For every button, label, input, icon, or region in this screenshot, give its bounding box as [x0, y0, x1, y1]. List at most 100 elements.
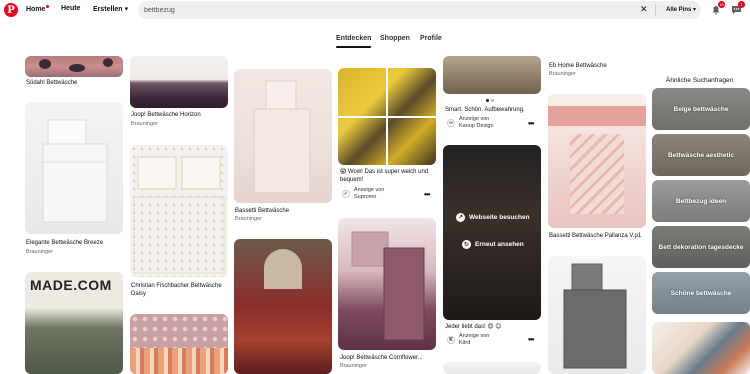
- pin-title: Elegante Bettwäsche Breeze: [26, 240, 104, 246]
- nav-home[interactable]: Home: [26, 5, 50, 13]
- messages-badge: 1: [738, 1, 745, 8]
- search-input[interactable]: [144, 3, 624, 17]
- new-dot-icon: [46, 5, 50, 8]
- bed-illustration: [351, 231, 425, 341]
- pattern-blot: [39, 59, 51, 69]
- visit-website-label: Webseite besuchen: [469, 214, 530, 221]
- ad-label: Anzeige von: [459, 116, 490, 122]
- more-icon[interactable]: •••: [424, 190, 430, 199]
- search-bar[interactable]: ✕ Alle Pins ▾: [138, 1, 701, 19]
- chevron-down-icon: ▾: [124, 6, 129, 13]
- notifications-badge: 10: [718, 1, 725, 8]
- ad-attribution[interactable]: K Anzeige von Kitrd: [447, 333, 489, 347]
- pattern-band: [548, 106, 646, 126]
- carousel-dot: [491, 99, 494, 102]
- pin-image-daisy[interactable]: [130, 145, 228, 277]
- pattern-blot: [103, 58, 113, 67]
- pin-image-sodahl[interactable]: [25, 56, 123, 77]
- nav-home-label: Home: [26, 6, 46, 13]
- pinterest-logo[interactable]: P: [4, 3, 18, 17]
- ad-text: Anzeige von Supromo: [354, 187, 384, 201]
- pin-image-madecom[interactable]: MADE.COM: [25, 272, 123, 374]
- chevron-down-icon: ▾: [693, 7, 697, 13]
- pin-subtitle: Brauninger: [235, 216, 262, 222]
- grid-line: [338, 116, 436, 118]
- ad-brand: Supromo: [354, 194, 377, 200]
- pin-subtitle: Brauninger: [26, 249, 53, 255]
- suggestion-label: Beige bettwäsche: [673, 105, 729, 113]
- ad-label: Anzeige von: [459, 333, 490, 339]
- advertiser-avatar: ∞: [447, 119, 455, 127]
- tab-profiles[interactable]: Profile: [420, 35, 442, 42]
- ad-attribution[interactable]: ✔ Anzeige von Supromo: [342, 187, 384, 201]
- clear-search-icon[interactable]: ✕: [640, 4, 648, 15]
- bed-illustration: [133, 156, 225, 274]
- pin-title: Bassetti Bettwäsche: [235, 208, 290, 214]
- pin-image-pallanza[interactable]: [548, 94, 646, 228]
- pin-title: Eb Home Bettwäsche: [549, 63, 607, 69]
- ad-brand: Kitrd: [459, 340, 471, 346]
- nav-create-label: Erstellen: [93, 6, 123, 13]
- pin-image-storage[interactable]: [443, 56, 541, 94]
- bed-illustration: [563, 263, 627, 369]
- pin-title: Christian Fischbacher Bettwäsche: [131, 283, 222, 289]
- replay-button[interactable]: ↻ Erneut ansehen: [462, 240, 524, 249]
- suggestion-label: Bett dekoration tagesdecke: [658, 243, 744, 251]
- pin-image-partial[interactable]: [443, 362, 541, 374]
- brand-label: MADE.COM: [30, 277, 112, 293]
- ad-label: Anzeige von: [354, 187, 385, 193]
- pin-image-cornflower[interactable]: [338, 218, 436, 350]
- suggestion-decoration[interactable]: Bett dekoration tagesdecke: [652, 226, 750, 268]
- pin-filter-label: Alle Pins: [666, 7, 692, 13]
- bed-illustration: [253, 80, 311, 194]
- arrow-up-right-icon: ↗: [456, 213, 465, 222]
- pin-filter-dropdown[interactable]: Alle Pins ▾: [666, 6, 696, 13]
- bed-illustration: [42, 119, 108, 223]
- pin-video-ad[interactable]: ↗ Webseite besuchen ↻ Erneut ansehen: [443, 145, 541, 320]
- pin-image-patterned-bedroom[interactable]: [234, 239, 332, 374]
- pin-image-grey-bed[interactable]: [548, 256, 646, 374]
- ad-text: Anzeige von Kitrd: [459, 333, 489, 347]
- pin-title: Bassetti Bettwäsche Pallanza V.p1: [549, 233, 642, 239]
- pin-image-geometric[interactable]: [652, 322, 750, 374]
- suggestion-aesthetic[interactable]: Bettwäsche aesthetic: [652, 134, 750, 176]
- suggestion-label: Bettwäsche aesthetic: [667, 151, 735, 159]
- replay-label: Erneut ansehen: [475, 241, 524, 248]
- carousel-dot: [486, 99, 489, 102]
- pattern-band: [570, 134, 624, 214]
- pin-title: Joop! Bettwäsche Cornflower...: [340, 355, 423, 361]
- striped-sheet: [130, 348, 228, 374]
- pin-title: Joop! Bettwäsche Horizon: [131, 112, 201, 118]
- tab-explore[interactable]: Entdecken: [336, 35, 372, 48]
- pin-subtitle: Brauninger: [131, 121, 158, 127]
- arched-window: [264, 249, 302, 289]
- advertiser-avatar: K: [447, 336, 455, 344]
- nav-create[interactable]: Erstellen ▾: [93, 5, 128, 13]
- pin-title: bequem!: [340, 177, 364, 183]
- pin-image-horizon[interactable]: [130, 56, 228, 108]
- more-icon[interactable]: •••: [528, 119, 534, 128]
- nav-today[interactable]: Heute: [61, 5, 80, 12]
- replay-icon: ↻: [462, 240, 471, 249]
- pin-image-breeze[interactable]: [25, 102, 123, 234]
- visit-website-button[interactable]: ↗ Webseite besuchen: [456, 213, 530, 222]
- suggestion-ideas[interactable]: Bettbezug ideen: [652, 180, 750, 222]
- ad-attribution[interactable]: ∞ Anzeige von Kanup Design: [447, 116, 494, 130]
- suggestion-label: Bettbezug ideen: [675, 197, 727, 205]
- pattern-blot: [69, 64, 85, 72]
- pin-image-yellow-blanket[interactable]: [338, 68, 436, 165]
- pin-title: Daisy: [131, 291, 147, 297]
- tab-shop[interactable]: Shoppen: [380, 35, 410, 42]
- pin-image-bassetti[interactable]: [234, 69, 332, 203]
- ad-text: Anzeige von Kanup Design: [459, 116, 494, 130]
- pin-title: 😱 Wow! Das ist super weich und: [340, 169, 429, 175]
- pin-subtitle: Brauninger: [340, 363, 367, 369]
- suggestion-beautiful[interactable]: Schöne bettwäsche: [652, 272, 750, 314]
- pin-image-pink-dots[interactable]: [130, 314, 228, 374]
- pin-subtitle: Brauninger: [549, 71, 576, 77]
- advertiser-avatar: ✔: [342, 190, 350, 198]
- more-icon[interactable]: •••: [528, 335, 534, 344]
- suggestion-beige[interactable]: Beige bettwäsche: [652, 88, 750, 130]
- carousel-dots: [486, 99, 494, 102]
- top-bar: P Home Heute Erstellen▾ ✕ Alle Pins ▾ 10…: [0, 0, 750, 22]
